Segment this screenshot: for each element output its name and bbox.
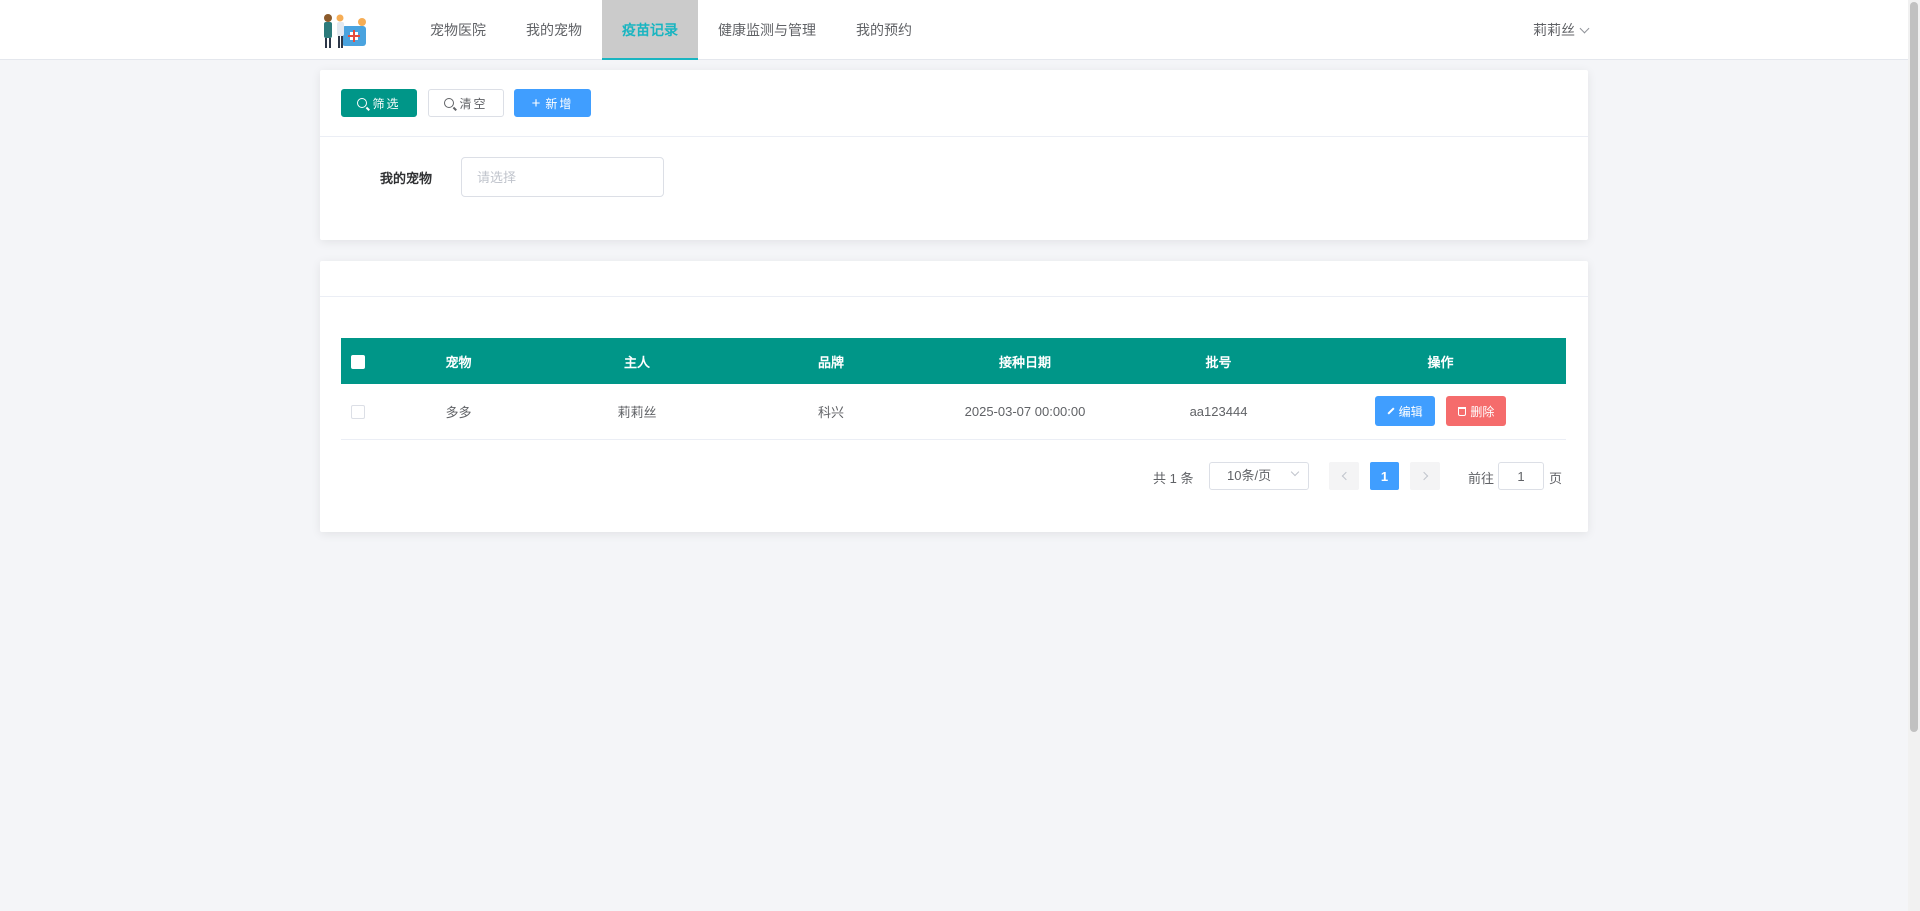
page-size-value: 10条/页 — [1227, 468, 1272, 483]
filter-panel: 筛选 清空 + 新增 我的宠物 — [320, 70, 1588, 240]
nav-item-my-appointments[interactable]: 我的预约 — [836, 0, 932, 60]
table-header-row: 宠物 主人 品牌 接种日期 批号 操作 — [341, 338, 1566, 384]
page-number-current[interactable]: 1 — [1370, 462, 1399, 490]
pagination: 共 1 条 10条/页 1 前往 页 — [320, 461, 1588, 491]
filter-button[interactable]: 筛选 — [341, 89, 417, 117]
vaccine-records-table: 宠物 主人 品牌 接种日期 批号 操作 多多 莉莉丝 科兴 2025-03-07… — [341, 338, 1566, 440]
next-page-button[interactable] — [1410, 462, 1440, 490]
clear-search-icon — [444, 98, 455, 108]
pet-doctor-logo-icon[interactable] — [320, 12, 370, 50]
prev-page-button[interactable] — [1329, 462, 1359, 490]
table-row: 多多 莉莉丝 科兴 2025-03-07 00:00:00 aa123444 编… — [341, 384, 1566, 440]
scrollbar-thumb[interactable] — [1910, 2, 1918, 732]
user-name: 莉莉丝 — [1533, 22, 1575, 38]
add-button[interactable]: + 新增 — [514, 89, 591, 117]
column-header-actions: 操作 — [1315, 338, 1566, 384]
row-check-cell — [341, 384, 377, 440]
chevron-down-icon — [1290, 467, 1300, 477]
clear-button-label: 清空 — [459, 96, 488, 111]
cell-date: 2025-03-07 00:00:00 — [928, 384, 1122, 440]
search-icon — [357, 98, 368, 108]
chevron-right-icon — [1419, 471, 1428, 481]
nav-item-my-pets[interactable]: 我的宠物 — [506, 0, 602, 60]
records-panel: 宠物 主人 品牌 接种日期 批号 操作 多多 莉莉丝 科兴 2025-03-07… — [320, 261, 1588, 532]
goto-page-input[interactable] — [1498, 462, 1544, 490]
column-header-pet: 宠物 — [377, 338, 540, 384]
row-checkbox[interactable] — [351, 405, 365, 420]
pet-filter-label: 我的宠物 — [380, 171, 433, 186]
pagination-total: 共 1 条 — [1153, 471, 1194, 486]
edit-icon — [1387, 407, 1395, 415]
filter-button-label: 筛选 — [372, 96, 401, 111]
edit-button-label: 编辑 — [1398, 404, 1423, 419]
cell-batch: aa123444 — [1122, 384, 1315, 440]
main-menu: 宠物医院 我的宠物 疫苗记录 健康监测与管理 我的预约 — [410, 0, 932, 60]
goto-label: 前往 — [1468, 471, 1495, 486]
nav-item-health-monitoring[interactable]: 健康监测与管理 — [698, 0, 836, 60]
cell-pet: 多多 — [377, 384, 540, 440]
delete-button[interactable]: 删除 — [1446, 396, 1507, 427]
pet-select-input[interactable] — [461, 157, 664, 197]
column-header-owner: 主人 — [540, 338, 734, 384]
navbar-inner: 宠物医院 我的宠物 疫苗记录 健康监测与管理 我的预约 莉莉丝 — [320, 0, 1590, 60]
nav-item-pet-hospital[interactable]: 宠物医院 — [410, 0, 506, 60]
records-header — [320, 261, 1588, 297]
column-header-brand: 品牌 — [734, 338, 928, 384]
plus-icon: + — [531, 94, 541, 112]
page-unit-label: 页 — [1549, 471, 1563, 486]
top-navbar: 宠物医院 我的宠物 疫苗记录 健康监测与管理 我的预约 莉莉丝 — [0, 0, 1920, 60]
chevron-down-icon — [1579, 23, 1590, 33]
user-menu[interactable]: 莉莉丝 — [1533, 0, 1590, 60]
page-scrollbar[interactable] — [1908, 0, 1920, 911]
chevron-left-icon — [1341, 471, 1350, 481]
trash-icon — [1458, 406, 1467, 416]
page-size-select[interactable]: 10条/页 — [1209, 462, 1309, 490]
clear-button[interactable]: 清空 — [428, 89, 504, 117]
column-header-batch: 批号 — [1122, 338, 1315, 384]
edit-button[interactable]: 编辑 — [1374, 396, 1435, 427]
select-all-cell — [341, 338, 377, 384]
select-all-checkbox[interactable] — [351, 354, 365, 369]
filter-toolbar: 筛选 清空 + 新增 — [320, 70, 1588, 137]
cell-actions: 编辑 删除 — [1315, 384, 1566, 440]
cell-owner: 莉莉丝 — [540, 384, 734, 440]
column-header-date: 接种日期 — [928, 338, 1122, 384]
add-button-label: 新增 — [545, 96, 574, 111]
cell-brand: 科兴 — [734, 384, 928, 440]
nav-item-vaccine-records[interactable]: 疫苗记录 — [602, 0, 698, 60]
delete-button-label: 删除 — [1470, 404, 1495, 419]
